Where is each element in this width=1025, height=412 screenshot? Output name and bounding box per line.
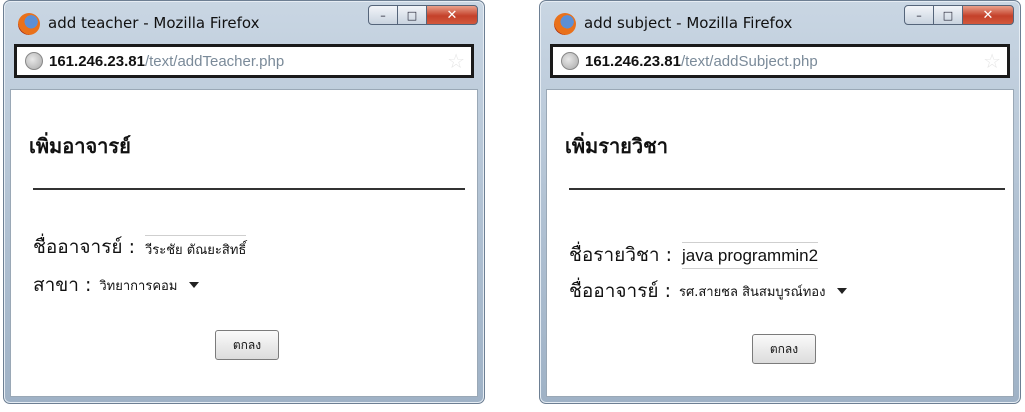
- maximize-button[interactable]: □: [933, 5, 963, 25]
- star-icon[interactable]: ☆: [983, 50, 1001, 72]
- page-content: เพิ่มรายวิชา ชื่อรายวิชา : java programm…: [546, 89, 1014, 397]
- minimize-button[interactable]: –: [904, 5, 934, 25]
- teacher-name-label: ชื่ออาจารย์ :: [569, 280, 671, 302]
- page-heading: เพิ่มรายวิชา: [565, 134, 668, 158]
- teacher-select[interactable]: รศ.สายชล สินสมบูรณ์ทอง: [679, 281, 848, 302]
- globe-icon: [25, 52, 43, 70]
- window-controls: – □ ✕: [368, 5, 478, 27]
- submit-button[interactable]: ตกลง: [215, 330, 279, 360]
- teacher-selected-value: รศ.สายชล สินสมบูรณ์ทอง: [678, 284, 826, 300]
- department-label: สาขา :: [33, 274, 92, 296]
- address-bar[interactable]: 161.246.23.81/text/addSubject.php ☆: [550, 44, 1010, 78]
- url-text: 161.246.23.81/text/addSubject.php: [585, 53, 818, 70]
- title-bar[interactable]: add teacher - Mozilla Firefox – □ ✕: [4, 1, 484, 43]
- url-host: 161.246.23.81: [49, 52, 145, 70]
- close-button[interactable]: ✕: [426, 5, 478, 25]
- teacher-name-input[interactable]: วีระชัย ตัณยะสิทธิ์: [144, 234, 247, 260]
- firefox-logo-icon: [554, 13, 576, 35]
- submit-button[interactable]: ตกลง: [752, 334, 816, 364]
- globe-icon: [561, 52, 579, 70]
- url-path: /text/addTeacher.php: [144, 52, 285, 70]
- page-content: เพิ่มอาจารย์ ชื่ออาจารย์ : วีระชัย ตัณยะ…: [10, 89, 478, 397]
- chevron-down-icon: [837, 288, 848, 294]
- title-bar[interactable]: add subject - Mozilla Firefox – □ ✕: [540, 1, 1020, 43]
- minimize-button[interactable]: –: [368, 5, 398, 25]
- department-select[interactable]: วิทยาการคอม: [99, 275, 200, 296]
- teacher-row: ชื่ออาจารย์ : รศ.สายชล สินสมบูรณ์ทอง: [569, 276, 848, 306]
- teacher-name-label: ชื่ออาจารย์ :: [33, 236, 135, 258]
- add-teacher-window: add teacher - Mozilla Firefox – □ ✕ 161.…: [3, 0, 485, 404]
- url-path: /text/addSubject.php: [680, 52, 818, 70]
- url-text: 161.246.23.81/text/addTeacher.php: [49, 53, 284, 70]
- window-title: add subject - Mozilla Firefox: [584, 14, 793, 32]
- teacher-name-row: ชื่ออาจารย์ : วีระชัย ตัณยะสิทธิ์: [33, 232, 247, 262]
- chevron-down-icon: [189, 282, 200, 288]
- window-title: add teacher - Mozilla Firefox: [48, 14, 260, 32]
- firefox-logo-icon: [18, 13, 40, 35]
- url-host: 161.246.23.81: [585, 52, 681, 70]
- divider: [33, 188, 465, 190]
- subject-name-row: ชื่อรายวิชา : java programmin2: [569, 240, 819, 270]
- divider: [569, 188, 1005, 190]
- subject-name-label: ชื่อรายวิชา :: [569, 244, 672, 266]
- address-bar[interactable]: 161.246.23.81/text/addTeacher.php ☆: [14, 44, 474, 78]
- window-controls: – □ ✕: [904, 5, 1014, 27]
- department-row: สาขา : วิทยาการคอม: [33, 270, 200, 300]
- page-heading: เพิ่มอาจารย์: [29, 134, 131, 158]
- star-icon[interactable]: ☆: [447, 50, 465, 72]
- close-button[interactable]: ✕: [962, 5, 1014, 25]
- subject-name-input[interactable]: java programmin2: [682, 241, 819, 269]
- department-selected-value: วิทยาการคอม: [99, 278, 178, 294]
- maximize-button[interactable]: □: [397, 5, 427, 25]
- add-subject-window: add subject - Mozilla Firefox – □ ✕ 161.…: [539, 0, 1021, 404]
